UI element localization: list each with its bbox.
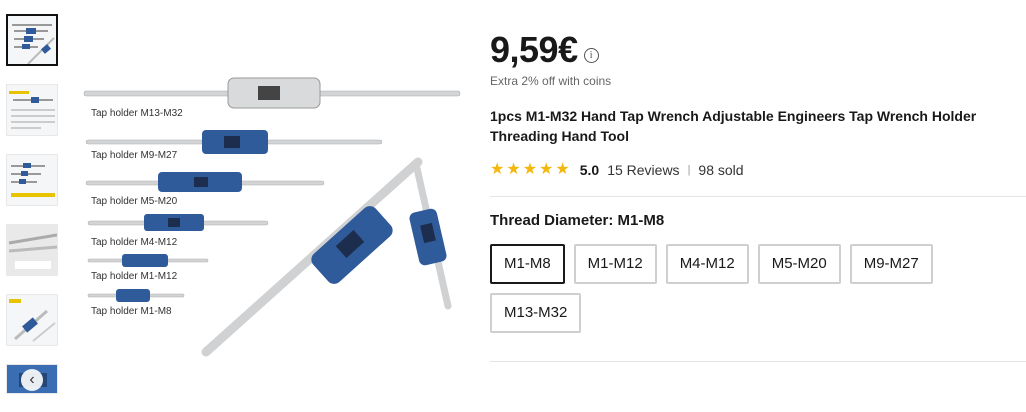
- star-icon: ★: [539, 161, 554, 178]
- tap-wrenches-illustration: [83, 77, 461, 357]
- thumbnail-3[interactable]: [6, 154, 58, 206]
- info-icon[interactable]: i: [583, 47, 599, 63]
- main-product-image: Tap holder M13-M32 Tap holder M9-M27 Tap…: [76, 14, 468, 376]
- chevron-left-icon[interactable]: ‹: [21, 369, 43, 391]
- rating-score: 5.0: [579, 162, 600, 178]
- option-m13-m32[interactable]: M13-M32: [490, 293, 582, 333]
- image-label-m13-m32: Tap holder M13-M32: [91, 108, 183, 119]
- thumbnail-1[interactable]: [6, 14, 58, 66]
- thumbnail-1-image: [12, 24, 55, 64]
- thumbnail-5[interactable]: [6, 294, 58, 346]
- product-info: 9,59€ i Extra 2% off with coins 1pcs M1-…: [490, 28, 1026, 178]
- option-m4-m12[interactable]: M4-M12: [665, 244, 749, 284]
- star-icon: ★: [522, 161, 538, 178]
- coins-discount-note: Extra 2% off with coins: [490, 74, 612, 88]
- option-m9-m27[interactable]: M9-M27: [849, 244, 933, 284]
- image-label-m1-m8: Tap holder M1-M8: [91, 306, 172, 317]
- image-label-m5-m20: Tap holder M5-M20: [91, 196, 178, 207]
- thumbnail-5-image: [9, 299, 56, 342]
- reviews-link[interactable]: 15 Reviews: [607, 162, 679, 178]
- price: 9,59€: [490, 29, 578, 70]
- thumbnail-2[interactable]: [6, 84, 58, 136]
- separator: |: [687, 164, 691, 176]
- thread-diameter-options: M1-M8 M1-M12 M4-M12 M5-M20 M9-M27 M13-M3…: [490, 244, 1026, 333]
- option-m5-m20[interactable]: M5-M20: [757, 244, 841, 284]
- option-m1-m8[interactable]: M1-M8: [490, 244, 565, 284]
- image-label-m4-m12: Tap holder M4-M12: [91, 237, 178, 248]
- option-m1-m12[interactable]: M1-M12: [573, 244, 657, 284]
- thumbnail-2-image: [9, 91, 55, 129]
- price-row: 9,59€ i: [490, 28, 1026, 72]
- thumbnail-list: ‹: [6, 14, 62, 394]
- thumbnail-6[interactable]: ‹: [6, 364, 58, 394]
- thumbnail-4-image: [7, 225, 57, 275]
- product-title: 1pcs M1-M32 Hand Tap Wrench Adjustable E…: [490, 108, 977, 144]
- thread-diameter-label: Thread Diameter: M1-M8: [490, 212, 665, 229]
- thumbnail-4[interactable]: [6, 224, 58, 276]
- star-icon: ★: [555, 161, 570, 178]
- divider-bottom: [490, 361, 1026, 362]
- rating-row: ★ ★ ★ ★ ★ 5.0 15 Reviews | 98 sold: [490, 162, 1026, 179]
- thumbnail-3-image: [11, 163, 55, 197]
- image-label-m9-m27: Tap holder M9-M27: [91, 150, 178, 161]
- star-icon: ★: [490, 161, 505, 178]
- image-label-m1-m12: Tap holder M1-M12: [91, 271, 178, 282]
- sold-count: 98 sold: [698, 162, 744, 178]
- divider-top: [490, 196, 1026, 197]
- star-icon: ★: [506, 161, 521, 178]
- rating-stars: ★ ★ ★ ★ ★: [490, 162, 570, 178]
